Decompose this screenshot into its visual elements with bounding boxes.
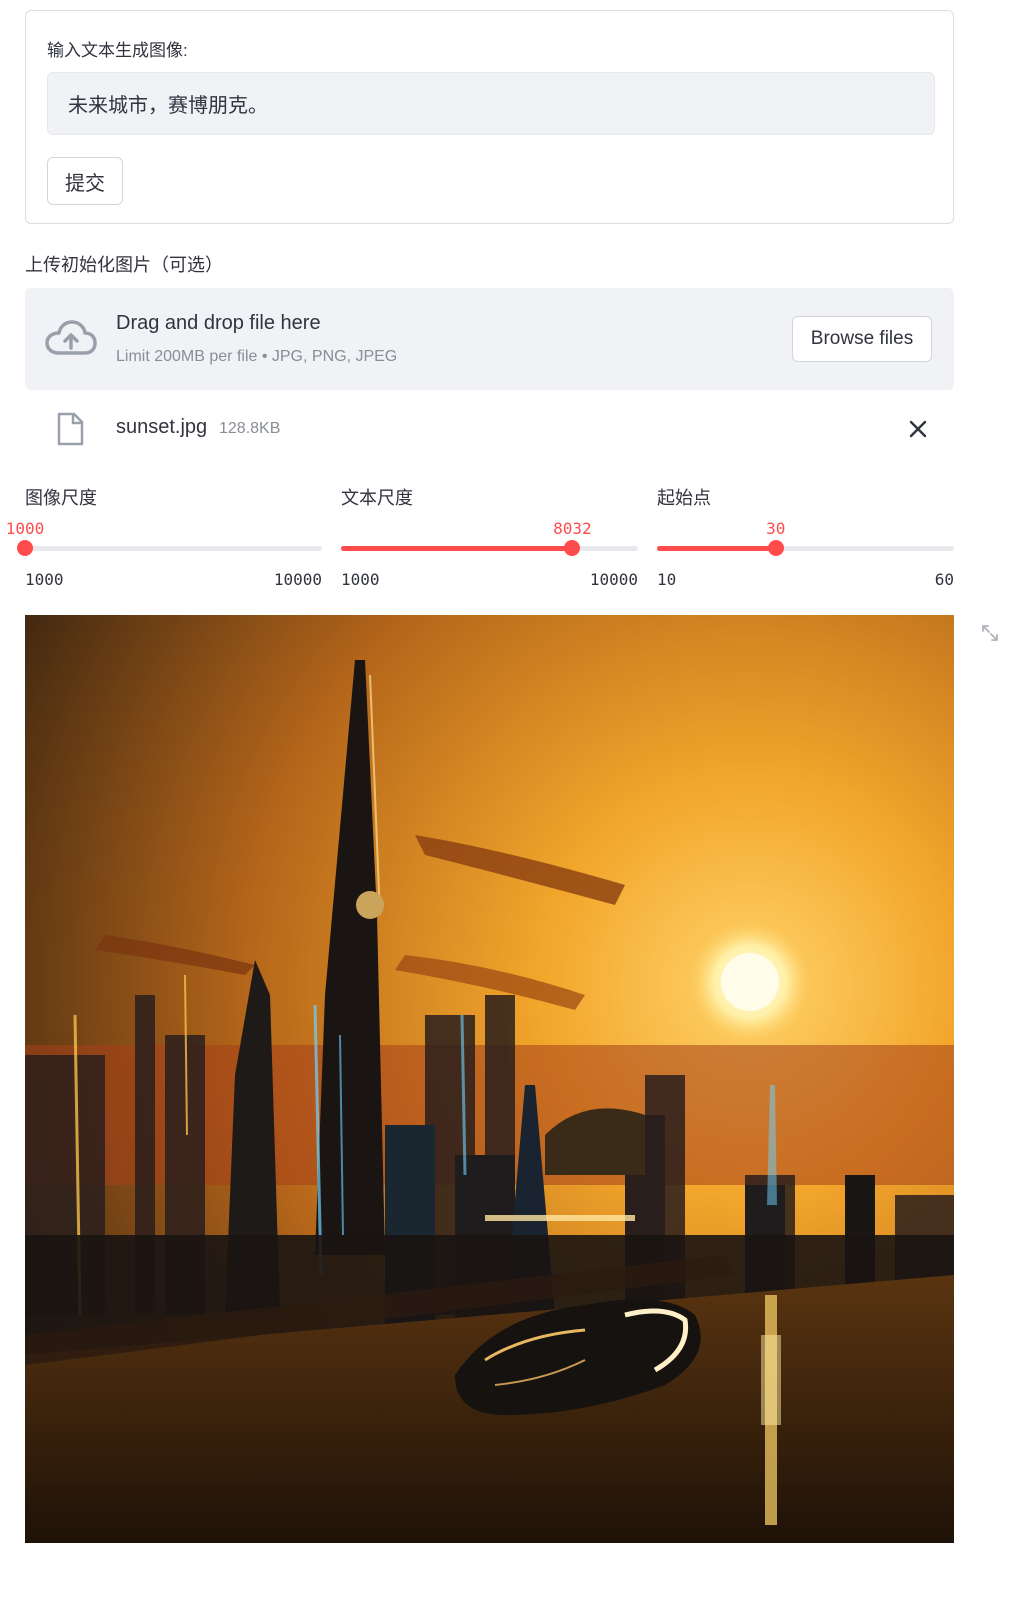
- slider-max: 10000: [589, 570, 638, 589]
- slider-min: 10: [657, 570, 677, 589]
- slider-thumb[interactable]: [767, 540, 784, 556]
- slider-fill: [657, 546, 776, 551]
- slider-label: 图像尺度: [25, 488, 97, 508]
- expand-icon[interactable]: [981, 624, 999, 642]
- text-to-image-form: 输入文本生成图像: 提交: [25, 10, 954, 224]
- cyberpunk-city-image: [25, 615, 954, 1543]
- file-dropzone[interactable]: Drag and drop file here Limit 200MB per …: [25, 288, 954, 390]
- slider-value: 1000: [5, 519, 45, 538]
- slider-track[interactable]: [341, 546, 638, 551]
- slider-thumb[interactable]: [17, 540, 33, 556]
- image-scale-slider[interactable]: 图像尺度 1000 1000 10000: [6, 484, 322, 594]
- slider-max: 10000: [273, 570, 322, 589]
- prompt-label: 输入文本生成图像:: [47, 41, 188, 60]
- slider-label: 起始点: [657, 488, 711, 508]
- slider-min: 1000: [341, 570, 380, 589]
- generated-image: [25, 615, 954, 1543]
- slider-max: 60: [934, 570, 954, 589]
- browse-files-button[interactable]: Browse files: [792, 316, 932, 362]
- slider-track[interactable]: [657, 546, 954, 551]
- cloud-upload-icon: [45, 320, 97, 355]
- slider-label: 文本尺度: [341, 488, 413, 508]
- slider-value: 30: [766, 519, 786, 538]
- slider-fill: [341, 546, 573, 551]
- file-size: 128.8KB: [219, 420, 281, 437]
- text-scale-slider[interactable]: 文本尺度 8032 1000 10000: [341, 484, 638, 594]
- slider-value: 8032: [553, 519, 592, 538]
- close-icon[interactable]: [908, 419, 928, 439]
- file-icon: [57, 412, 84, 446]
- uploaded-file-row: sunset.jpg 128.8KB: [25, 405, 954, 453]
- submit-button[interactable]: 提交: [47, 157, 123, 205]
- slider-min: 1000: [25, 570, 64, 589]
- prompt-input[interactable]: [47, 72, 935, 135]
- dropzone-hint: Limit 200MB per file • JPG, PNG, JPEG: [116, 348, 398, 365]
- slider-thumb[interactable]: [564, 540, 581, 556]
- uploader-label: 上传初始化图片（可选）: [25, 255, 223, 275]
- slider-track[interactable]: [25, 546, 322, 551]
- start-point-slider[interactable]: 起始点 30 10 60: [657, 484, 954, 594]
- dropzone-title: Drag and drop file here: [116, 312, 321, 334]
- file-name: sunset.jpg: [116, 416, 208, 438]
